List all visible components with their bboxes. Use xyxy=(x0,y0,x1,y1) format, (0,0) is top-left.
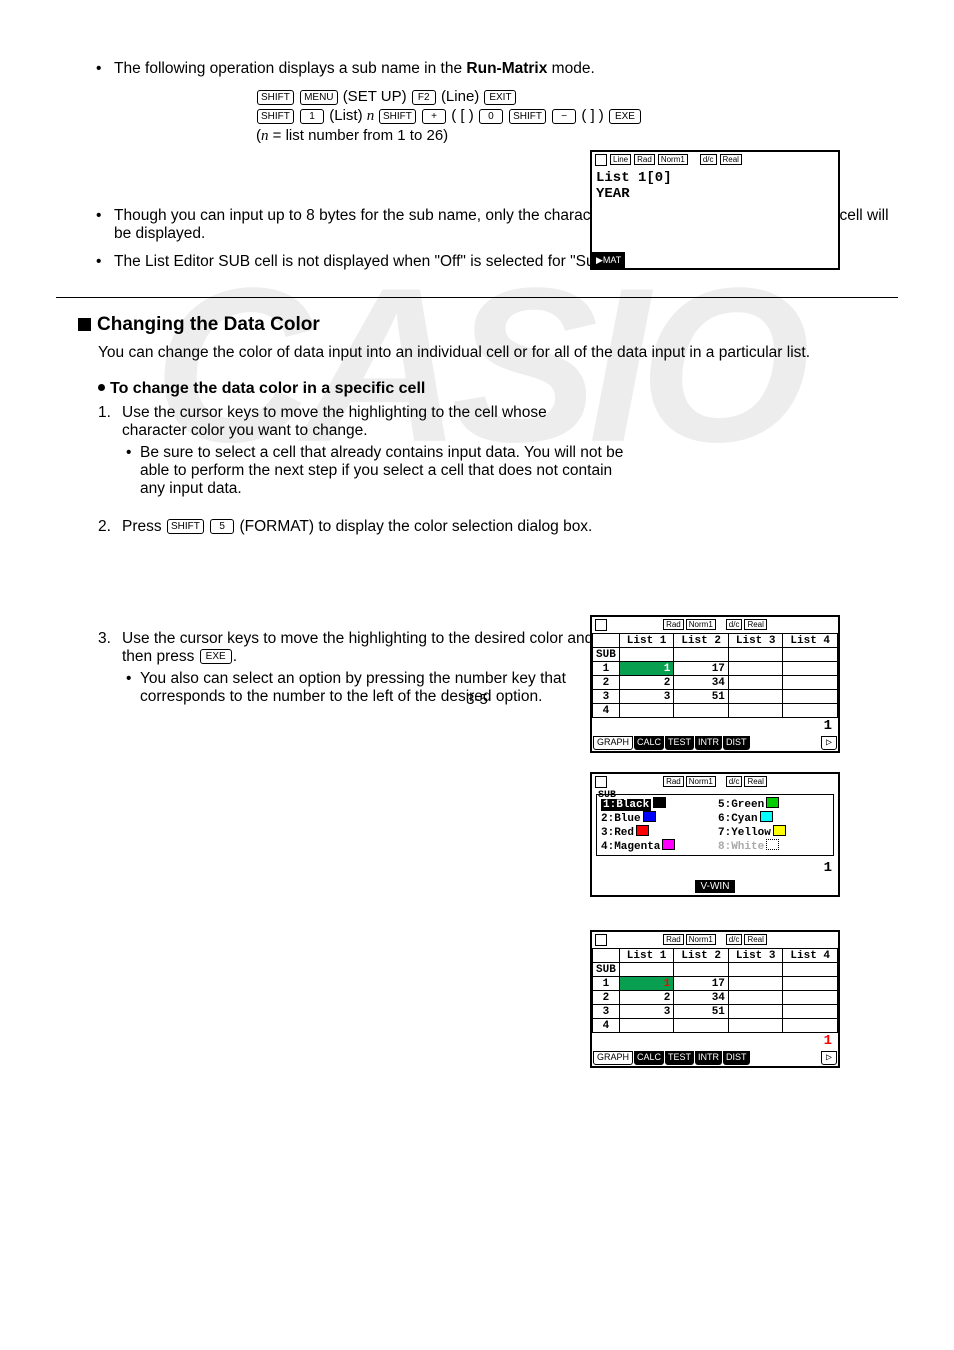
sub-title: To change the data color in a specific c… xyxy=(98,380,898,398)
section-rule xyxy=(56,297,898,298)
section-para: You can change the color of data input i… xyxy=(98,344,898,362)
vwin-label: V-WIN xyxy=(695,880,736,893)
screen-runmatrix: Line Rad Norm1 d/c Real List 1[0] YEAR ▶… xyxy=(590,150,840,270)
key-seq-1: SHIFT MENU (SET UP) F2 (Line) EXIT xyxy=(256,88,898,105)
key-seq-2: SHIFT 1 (List) n SHIFT + ( [ ) 0 SHIFT −… xyxy=(256,107,898,125)
battery-icon xyxy=(595,776,607,788)
battery-icon xyxy=(595,619,607,631)
step-3: Use the cursor keys to move the highligh… xyxy=(122,630,602,666)
section-title: Changing the Data Color xyxy=(78,314,898,336)
step-2: Press SHIFT 5 (FORMAT) to display the co… xyxy=(122,518,602,536)
arrow-icon: ▷ xyxy=(821,736,837,750)
step-1: Use the cursor keys to move the highligh… xyxy=(122,404,602,440)
battery-icon xyxy=(595,154,607,166)
screen-list-3: Rad Norm1 d/c Real List 1List 2List 3Lis… xyxy=(590,930,840,1068)
intro-text: The following operation displays a sub n… xyxy=(114,60,898,78)
arrow-icon: ▷ xyxy=(821,1051,837,1065)
color-dialog: 1:Black 5:Green 2:Blue 6:Cyan 3:Red 7:Ye… xyxy=(596,794,834,856)
list-number-note: (n = list number from 1 to 26) xyxy=(256,127,898,145)
screen-color-dialog: Rad Norm1 d/c Real SUB 1:Black 5:Green 2… xyxy=(590,772,840,897)
screen-line2: YEAR xyxy=(596,186,834,202)
screen-list-1: Rad Norm1 d/c Real List 1List 2List 3Lis… xyxy=(590,615,840,753)
list-table-3: List 1List 2List 3List 4 SUB 1117 2234 3… xyxy=(592,948,838,1033)
step-3-sub: You also can select an option by pressin… xyxy=(140,670,626,706)
footer-mat: ▶MAT xyxy=(592,252,625,268)
screen-line1: List 1[0] xyxy=(596,170,834,186)
list-table-1: List 1List 2List 3List 4 SUB 1117 2234 3… xyxy=(592,633,838,718)
step-1-sub: Be sure to select a cell that already co… xyxy=(140,444,626,498)
battery-icon xyxy=(595,934,607,946)
